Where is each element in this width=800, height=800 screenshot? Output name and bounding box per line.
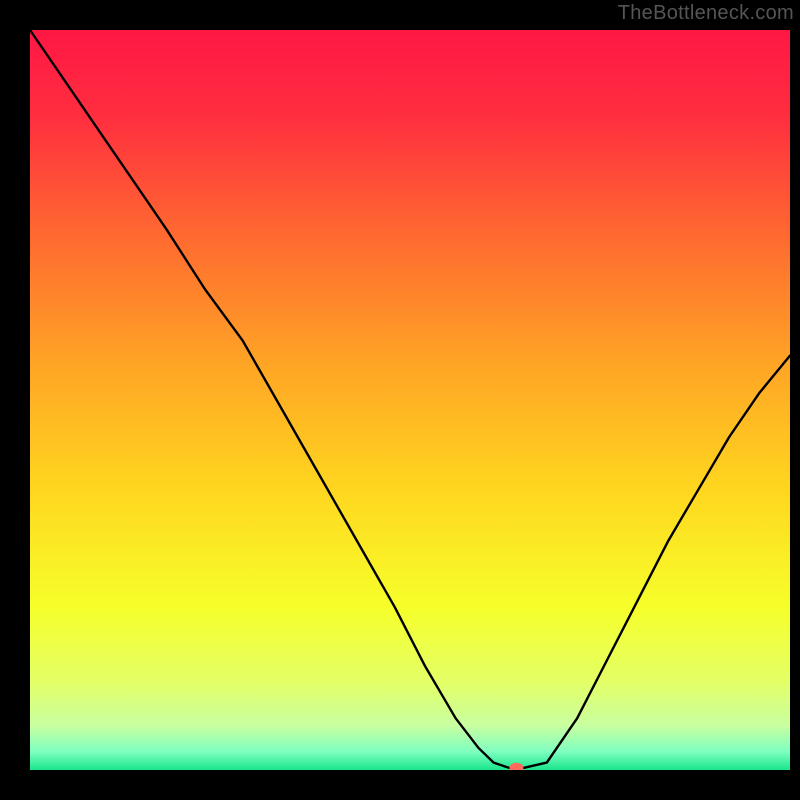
plot-background: [30, 30, 790, 770]
bottleneck-chart: [0, 0, 800, 800]
attribution-text: TheBottleneck.com: [618, 2, 794, 25]
frame-bottom: [0, 770, 800, 800]
frame-right: [790, 0, 800, 800]
frame-left: [0, 0, 30, 800]
chart-container: TheBottleneck.com: [0, 0, 800, 800]
